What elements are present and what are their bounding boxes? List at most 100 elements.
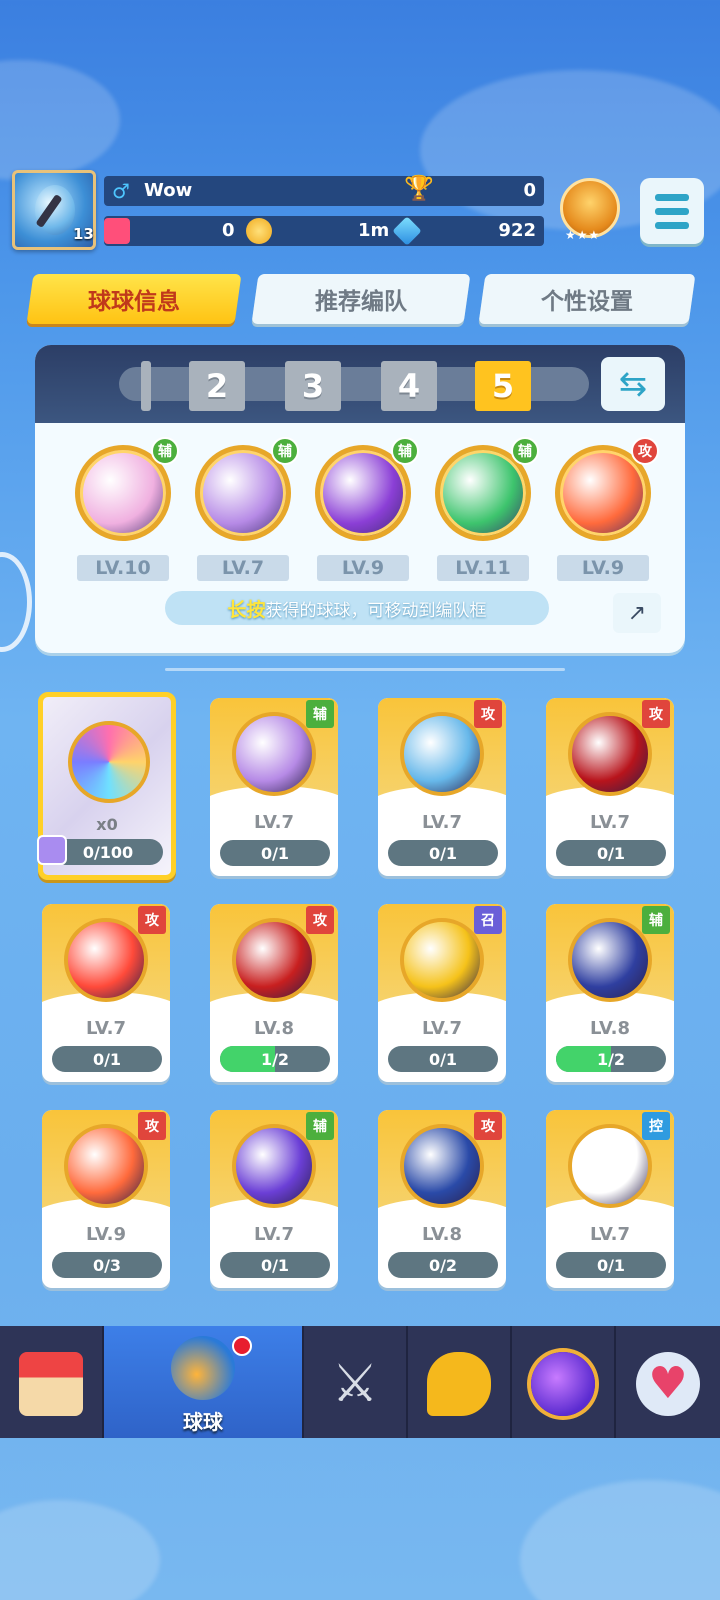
menu-line-icon: [655, 222, 689, 229]
trophy-count: 0: [523, 180, 536, 201]
ball-card[interactable]: 攻 LV.7 0/1: [378, 698, 506, 876]
ball-icon: [232, 712, 316, 796]
ball-type-tag: 攻: [631, 437, 659, 465]
ball-card[interactable]: 辅 LV.7 0/1: [210, 698, 338, 876]
ball-type-tag: 辅: [306, 1112, 334, 1140]
ball-progress-text: 0/1: [260, 1255, 290, 1275]
ball-icon: [400, 918, 484, 1002]
avatar[interactable]: 13: [12, 170, 96, 250]
menu-button[interactable]: [640, 178, 704, 244]
ball-level: LV.9: [86, 1224, 126, 1245]
team-ball-level: LV.7: [197, 555, 289, 581]
ball-progress-bar: 0/1: [556, 840, 666, 866]
shop-icon: [19, 1352, 83, 1416]
ball-progress-bar: 1/2: [220, 1046, 330, 1072]
ball-progress-text: 0/1: [596, 1255, 626, 1275]
ball-type-tag: 攻: [474, 1112, 502, 1140]
nav-balls[interactable]: 球球: [104, 1326, 304, 1438]
ball-icon: [568, 1124, 652, 1208]
nav-balls-label: 球球: [183, 1410, 223, 1434]
team-slot-1[interactable]: [141, 361, 151, 411]
crossed-swords-icon: ⚔: [331, 1354, 379, 1414]
ball-progress-bar: 0/1: [220, 840, 330, 866]
ball-level: LV.7: [254, 1224, 294, 1245]
swap-icon[interactable]: ⇆: [601, 357, 665, 411]
team-ball-level: LV.10: [77, 555, 169, 581]
ball-card[interactable]: 控 LV.7 0/1: [546, 1110, 674, 1288]
ball-type-tag: 攻: [474, 700, 502, 728]
nav-social[interactable]: ♥: [616, 1326, 720, 1438]
ball-card[interactable]: 攻 LV.7 0/1: [42, 904, 170, 1082]
tab-ball-info[interactable]: 球球信息: [26, 274, 242, 324]
ball-icon: [232, 1124, 316, 1208]
gold-count: 1m: [358, 220, 390, 241]
team-slot-3[interactable]: 3: [285, 361, 341, 411]
ball-card[interactable]: 攻 LV.7 0/1: [546, 698, 674, 876]
puzzle-icon: [37, 835, 67, 865]
ball-progress-bar: 0/1: [220, 1252, 330, 1278]
ball-progress-bar: 0/2: [388, 1252, 498, 1278]
universal-ball-count: x0: [96, 815, 118, 834]
team-panel: 2 3 4 5 ⇆ 辅 LV.10 辅 LV.7 辅 LV.9 辅 LV.11 攻 LV.9 长按…: [35, 345, 685, 653]
ball-progress-bar: 0/1: [388, 1046, 498, 1072]
name-bar: ♂ Wow 🏆 0: [104, 174, 544, 206]
side-tab-handle[interactable]: [0, 552, 32, 652]
ball-icon: [568, 918, 652, 1002]
team-slot-2[interactable]: 2: [189, 361, 245, 411]
nav-shop[interactable]: [0, 1326, 104, 1438]
ball-progress-text: 0/2: [428, 1255, 458, 1275]
team-slot-4[interactable]: 4: [381, 361, 437, 411]
share-icon[interactable]: ↗: [613, 593, 661, 633]
universal-ball-card[interactable]: x0 0/100: [37, 692, 176, 880]
ball-level: LV.7: [590, 812, 630, 833]
ball-level: LV.7: [86, 1018, 126, 1039]
ball-card[interactable]: 攻 LV.8 0/2: [378, 1110, 506, 1288]
nav-whistle[interactable]: [408, 1326, 512, 1438]
rank-stars: ★★★: [565, 228, 601, 242]
drag-hint: 长按 获得的球球，可移动到编队框: [165, 591, 549, 625]
ball-card[interactable]: 攻 LV.9 0/3: [42, 1110, 170, 1288]
gold-coin-add-icon[interactable]: [246, 218, 272, 244]
ticket-add-icon[interactable]: [104, 218, 130, 244]
ball-icon: [568, 712, 652, 796]
ticket-count: 0: [222, 220, 235, 241]
hint-text: 获得的球球，可移动到编队框: [265, 600, 487, 621]
ball-type-tag: 辅: [271, 437, 299, 465]
ball-card[interactable]: 辅 LV.8 1/2: [546, 904, 674, 1082]
ball-progress-bar: 0/1: [52, 1046, 162, 1072]
universal-ball-icon: [68, 721, 150, 803]
ball-type-tag: 辅: [306, 700, 334, 728]
nav-planet[interactable]: [512, 1326, 616, 1438]
ball-type-tag: 辅: [391, 437, 419, 465]
avatar-ball-icon: [35, 185, 75, 235]
tab-label: 个性设置: [541, 289, 633, 315]
nav-battle[interactable]: ⚔: [304, 1326, 408, 1438]
ball-card[interactable]: 攻 LV.8 1/2: [210, 904, 338, 1082]
ball-icon: [64, 918, 148, 1002]
ball-type-tag: 攻: [642, 700, 670, 728]
diamond-add-icon[interactable]: [392, 216, 422, 246]
diamond-count: 922: [498, 220, 536, 241]
menu-line-icon: [655, 208, 689, 215]
ball-icon: [232, 918, 316, 1002]
ball-level: LV.8: [422, 1224, 462, 1245]
ball-icon: [400, 712, 484, 796]
team-slot-5[interactable]: 5: [475, 361, 531, 411]
ball-progress-bar: 0/1: [556, 1252, 666, 1278]
player-header: 13 ♂ Wow 🏆 0 0 1m 922 ★★★: [0, 0, 720, 260]
ball-type-tag: 辅: [511, 437, 539, 465]
tab-recommended-team[interactable]: 推荐编队: [251, 274, 471, 324]
ball-type-tag: 攻: [306, 906, 334, 934]
team-ball-level: LV.9: [557, 555, 649, 581]
tab-personal-settings[interactable]: 个性设置: [478, 274, 696, 324]
ball-card[interactable]: 辅 LV.7 0/1: [210, 1110, 338, 1288]
ball-type-tag: 攻: [138, 906, 166, 934]
ball-icon: [64, 1124, 148, 1208]
ball-progress-bar: 0/1: [388, 840, 498, 866]
menu-line-icon: [655, 194, 689, 201]
player-level: 13: [73, 225, 94, 243]
divider: [165, 668, 565, 671]
player-name: Wow: [144, 180, 193, 201]
team-ball-level: LV.9: [317, 555, 409, 581]
ball-card[interactable]: 召 LV.7 0/1: [378, 904, 506, 1082]
